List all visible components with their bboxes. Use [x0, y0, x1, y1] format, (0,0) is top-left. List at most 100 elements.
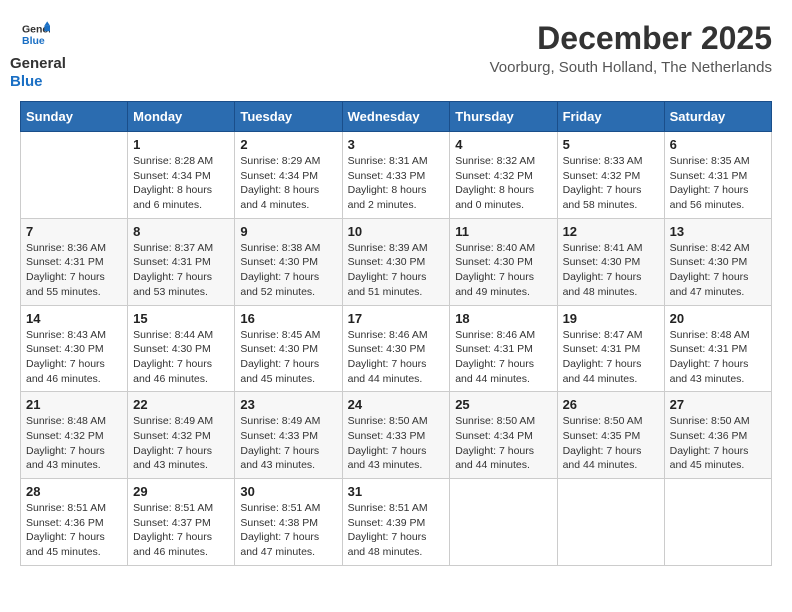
day-number: 29	[133, 484, 229, 499]
day-cell: 21 Sunrise: 8:48 AM Sunset: 4:32 PM Dayli…	[21, 392, 128, 479]
day-number: 1	[133, 137, 229, 152]
day-number: 25	[455, 397, 551, 412]
day-info: Sunrise: 8:32 AM Sunset: 4:32 PM Dayligh…	[455, 154, 551, 213]
day-number: 9	[240, 224, 336, 239]
weekday-header-sunday: Sunday	[21, 102, 128, 132]
day-cell: 26 Sunrise: 8:50 AM Sunset: 4:35 PM Dayli…	[557, 392, 664, 479]
day-cell: 7 Sunrise: 8:36 AM Sunset: 4:31 PM Daylig…	[21, 218, 128, 305]
week-row-4: 21 Sunrise: 8:48 AM Sunset: 4:32 PM Dayli…	[21, 392, 772, 479]
day-number: 26	[563, 397, 659, 412]
day-number: 23	[240, 397, 336, 412]
day-number: 3	[348, 137, 445, 152]
day-number: 27	[670, 397, 766, 412]
day-info: Sunrise: 8:46 AM Sunset: 4:31 PM Dayligh…	[455, 328, 551, 387]
day-cell: 28Sunrise: 8:51 AM Sunset: 4:36 PM Dayli…	[21, 479, 128, 566]
weekday-header-wednesday: Wednesday	[342, 102, 450, 132]
day-cell: 13 Sunrise: 8:42 AM Sunset: 4:30 PM Dayli…	[664, 218, 771, 305]
day-info: Sunrise: 8:51 AM Sunset: 4:38 PM Dayligh…	[240, 501, 336, 560]
day-cell: 1 Sunrise: 8:28 AM Sunset: 4:34 PM Daylig…	[128, 132, 235, 219]
day-cell: 10 Sunrise: 8:39 AM Sunset: 4:30 PM Dayli…	[342, 218, 450, 305]
day-cell: 11Sunrise: 8:40 AM Sunset: 4:30 PM Dayli…	[450, 218, 557, 305]
weekday-header-tuesday: Tuesday	[235, 102, 342, 132]
day-cell: 16Sunrise: 8:45 AM Sunset: 4:30 PM Dayli…	[235, 305, 342, 392]
day-info: Sunrise: 8:45 AM Sunset: 4:30 PM Dayligh…	[240, 328, 336, 387]
day-info: Sunrise: 8:31 AM Sunset: 4:33 PM Dayligh…	[348, 154, 445, 213]
day-info: Sunrise: 8:39 AM Sunset: 4:30 PM Dayligh…	[348, 241, 445, 300]
day-cell: 18 Sunrise: 8:46 AM Sunset: 4:31 PM Dayli…	[450, 305, 557, 392]
day-number: 24	[348, 397, 445, 412]
day-number: 15	[133, 311, 229, 326]
day-cell	[450, 479, 557, 566]
day-info: Sunrise: 8:36 AM Sunset: 4:31 PM Dayligh…	[26, 241, 122, 300]
day-number: 13	[670, 224, 766, 239]
logo-general: General	[10, 55, 66, 73]
weekday-header-friday: Friday	[557, 102, 664, 132]
day-number: 2	[240, 137, 336, 152]
day-number: 18	[455, 311, 551, 326]
day-cell: 19Sunrise: 8:47 AM Sunset: 4:31 PM Dayli…	[557, 305, 664, 392]
day-info: Sunrise: 8:50 AM Sunset: 4:35 PM Dayligh…	[563, 414, 659, 473]
weekday-header-row: SundayMondayTuesdayWednesdayThursdayFrid…	[21, 102, 772, 132]
day-number: 22	[133, 397, 229, 412]
day-number: 8	[133, 224, 229, 239]
day-number: 20	[670, 311, 766, 326]
day-cell: 8 Sunrise: 8:37 AM Sunset: 4:31 PM Daylig…	[128, 218, 235, 305]
day-info: Sunrise: 8:49 AM Sunset: 4:32 PM Dayligh…	[133, 414, 229, 473]
day-cell: 5 Sunrise: 8:33 AM Sunset: 4:32 PM Daylig…	[557, 132, 664, 219]
day-info: Sunrise: 8:43 AM Sunset: 4:30 PM Dayligh…	[26, 328, 122, 387]
day-number: 5	[563, 137, 659, 152]
day-number: 14	[26, 311, 122, 326]
day-info: Sunrise: 8:50 AM Sunset: 4:34 PM Dayligh…	[455, 414, 551, 473]
day-info: Sunrise: 8:48 AM Sunset: 4:31 PM Dayligh…	[670, 328, 766, 387]
month-year: December 2025	[490, 20, 772, 57]
logo-icon: General Blue	[22, 20, 50, 48]
day-cell: 6Sunrise: 8:35 AM Sunset: 4:31 PM Daylig…	[664, 132, 771, 219]
day-cell: 12 Sunrise: 8:41 AM Sunset: 4:30 PM Dayli…	[557, 218, 664, 305]
day-info: Sunrise: 8:51 AM Sunset: 4:37 PM Dayligh…	[133, 501, 229, 560]
week-row-5: 28Sunrise: 8:51 AM Sunset: 4:36 PM Dayli…	[21, 479, 772, 566]
day-cell: 14 Sunrise: 8:43 AM Sunset: 4:30 PM Dayli…	[21, 305, 128, 392]
day-info: Sunrise: 8:44 AM Sunset: 4:30 PM Dayligh…	[133, 328, 229, 387]
day-cell: 2Sunrise: 8:29 AM Sunset: 4:34 PM Daylig…	[235, 132, 342, 219]
day-cell: 4 Sunrise: 8:32 AM Sunset: 4:32 PM Daylig…	[450, 132, 557, 219]
day-number: 31	[348, 484, 445, 499]
day-info: Sunrise: 8:41 AM Sunset: 4:30 PM Dayligh…	[563, 241, 659, 300]
weekday-header-monday: Monday	[128, 102, 235, 132]
day-cell	[557, 479, 664, 566]
week-row-3: 14 Sunrise: 8:43 AM Sunset: 4:30 PM Dayli…	[21, 305, 772, 392]
day-info: Sunrise: 8:48 AM Sunset: 4:32 PM Dayligh…	[26, 414, 122, 473]
day-number: 11	[455, 224, 551, 239]
day-cell: 23 Sunrise: 8:49 AM Sunset: 4:33 PM Dayli…	[235, 392, 342, 479]
day-number: 7	[26, 224, 122, 239]
calendar-table: SundayMondayTuesdayWednesdayThursdayFrid…	[20, 101, 772, 566]
day-info: Sunrise: 8:38 AM Sunset: 4:30 PM Dayligh…	[240, 241, 336, 300]
day-info: Sunrise: 8:37 AM Sunset: 4:31 PM Dayligh…	[133, 241, 229, 300]
logo-blue: Blue	[10, 73, 66, 91]
day-info: Sunrise: 8:50 AM Sunset: 4:33 PM Dayligh…	[348, 414, 445, 473]
day-cell: 30 Sunrise: 8:51 AM Sunset: 4:38 PM Dayli…	[235, 479, 342, 566]
day-number: 21	[26, 397, 122, 412]
day-number: 10	[348, 224, 445, 239]
day-cell: 31Sunrise: 8:51 AM Sunset: 4:39 PM Dayli…	[342, 479, 450, 566]
day-info: Sunrise: 8:28 AM Sunset: 4:34 PM Dayligh…	[133, 154, 229, 213]
day-cell: 22 Sunrise: 8:49 AM Sunset: 4:32 PM Dayli…	[128, 392, 235, 479]
day-cell: 25 Sunrise: 8:50 AM Sunset: 4:34 PM Dayli…	[450, 392, 557, 479]
location: Voorburg, South Holland, The Netherlands	[490, 59, 772, 76]
day-number: 12	[563, 224, 659, 239]
day-cell: 20 Sunrise: 8:48 AM Sunset: 4:31 PM Dayli…	[664, 305, 771, 392]
day-number: 30	[240, 484, 336, 499]
day-number: 19	[563, 311, 659, 326]
day-info: Sunrise: 8:33 AM Sunset: 4:32 PM Dayligh…	[563, 154, 659, 213]
logo: General Blue General Blue	[20, 20, 66, 91]
day-info: Sunrise: 8:42 AM Sunset: 4:30 PM Dayligh…	[670, 241, 766, 300]
day-number: 17	[348, 311, 445, 326]
svg-text:Blue: Blue	[22, 35, 45, 47]
day-number: 6	[670, 137, 766, 152]
day-number: 4	[455, 137, 551, 152]
day-info: Sunrise: 8:49 AM Sunset: 4:33 PM Dayligh…	[240, 414, 336, 473]
day-cell: 29 Sunrise: 8:51 AM Sunset: 4:37 PM Dayli…	[128, 479, 235, 566]
day-cell: 17Sunrise: 8:46 AM Sunset: 4:30 PM Dayli…	[342, 305, 450, 392]
weekday-header-thursday: Thursday	[450, 102, 557, 132]
day-number: 28	[26, 484, 122, 499]
day-cell	[664, 479, 771, 566]
